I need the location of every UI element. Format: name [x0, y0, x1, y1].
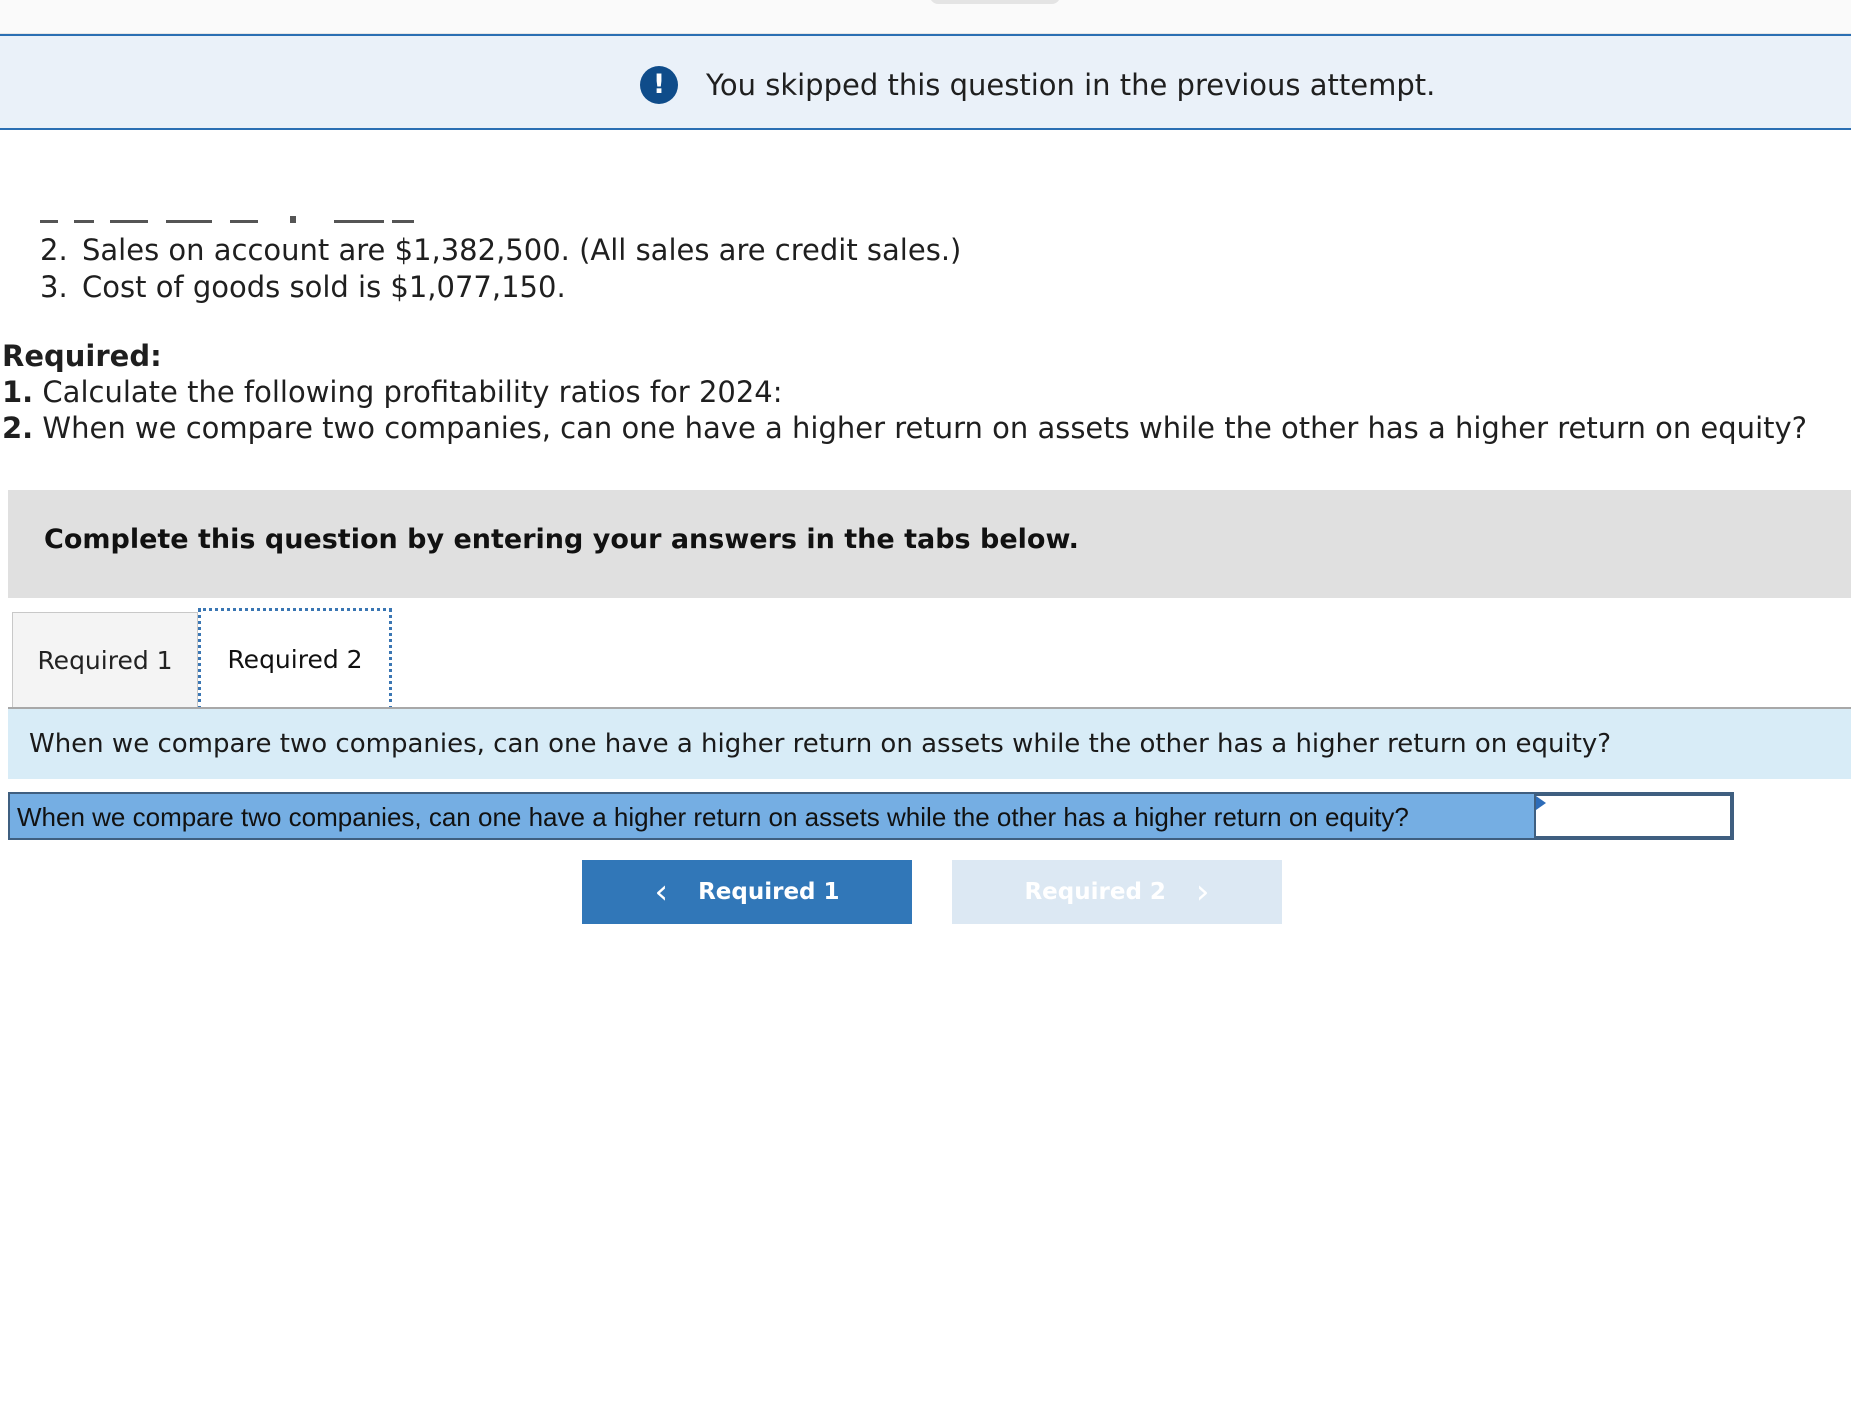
required-item-number: 1.	[2, 375, 34, 409]
required-item-text: Calculate the following profitability ra…	[42, 375, 783, 409]
fact-number: 2.	[40, 233, 68, 267]
fact-text: Sales on account are $1,382,500. (All sa…	[82, 233, 962, 267]
prev-required-1-button[interactable]: ‹ Required 1	[582, 860, 912, 924]
dropdown-marker-icon	[1536, 796, 1546, 810]
tab-required-2[interactable]: Required 2	[198, 608, 392, 710]
required-item-number: 2.	[2, 411, 34, 445]
answer-row-label: When we compare two companies, can one h…	[17, 802, 1409, 832]
header-tab-handle	[930, 0, 1060, 4]
fact-number: 3.	[40, 270, 68, 304]
banner-message: You skipped this question in the previou…	[706, 68, 1436, 102]
given-facts-list: 2. Sales on account are $1,382,500. (All…	[40, 232, 961, 306]
chevron-right-icon: ›	[1195, 872, 1210, 912]
skipped-question-banner: ! You skipped this question in the previ…	[0, 34, 1851, 130]
question-prompt: When we compare two companies, can one h…	[29, 729, 1612, 759]
next-button-label: Required 2	[1024, 879, 1166, 905]
tab-required-1[interactable]: Required 1	[12, 612, 198, 708]
question-prompt-bar: When we compare two companies, can one h…	[8, 709, 1851, 779]
fact-item: 3. Cost of goods sold is $1,077,150.	[40, 269, 961, 306]
required-item: 2. When we compare two companies, can on…	[2, 410, 1807, 446]
prev-button-label: Required 1	[698, 879, 840, 905]
required-section: Required: 1. Calculate the following pro…	[2, 338, 1807, 446]
top-header-strip	[0, 0, 1851, 34]
chevron-left-icon: ‹	[654, 872, 669, 912]
instructions-panel: Complete this question by entering your …	[8, 490, 1851, 598]
answer-dropdown[interactable]	[1534, 794, 1732, 838]
required-item-text: When we compare two companies, can one h…	[42, 411, 1808, 445]
clipped-text-line	[40, 212, 420, 224]
fact-item: 2. Sales on account are $1,382,500. (All…	[40, 232, 961, 269]
answer-table-row: When we compare two companies, can one h…	[8, 792, 1734, 840]
fact-text: Cost of goods sold is $1,077,150.	[82, 270, 566, 304]
next-required-2-button[interactable]: Required 2 ›	[952, 860, 1282, 924]
alert-icon: !	[640, 66, 678, 104]
required-item: 1. Calculate the following profitability…	[2, 374, 1807, 410]
required-heading: Required:	[2, 339, 162, 373]
instructions-text: Complete this question by entering your …	[44, 524, 1079, 555]
